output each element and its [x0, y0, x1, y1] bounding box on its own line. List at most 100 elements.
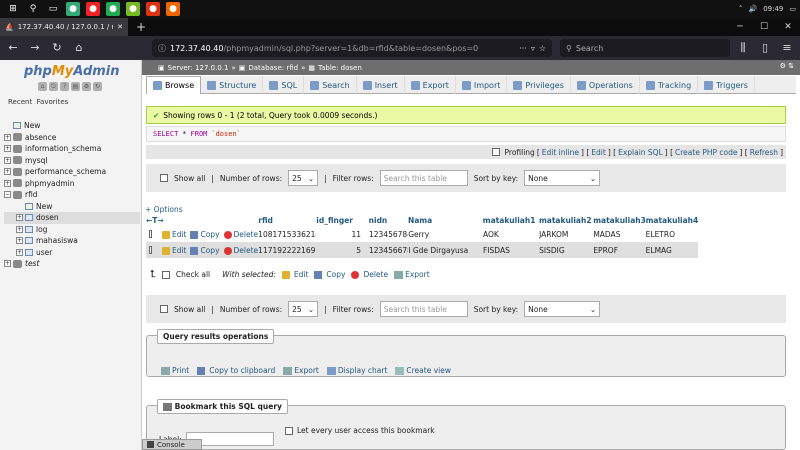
tree-item[interactable]: + phpmyadmin — [4, 178, 140, 190]
library-icon[interactable]: ⫼ — [734, 39, 752, 57]
table-cell[interactable]: Gerry — [408, 230, 483, 239]
task-view-icon[interactable]: ▭ — [46, 2, 60, 16]
filter-rows-input-bottom[interactable]: Search this table — [379, 301, 468, 317]
volume-icon[interactable]: 🔊 — [748, 5, 757, 13]
app-icon-1[interactable]: ● — [66, 2, 80, 16]
tab-insert[interactable]: Insert — [357, 76, 405, 94]
table-cell[interactable]: 123456678 — [369, 246, 408, 255]
profiling-checkbox[interactable] — [491, 148, 500, 156]
table-cell[interactable]: JARKOM — [539, 230, 593, 239]
browser-tab[interactable]: ⛵ 172.37.40.40 / 127.0.0.1 / rfid / d ✕ — [0, 18, 128, 36]
forward-icon[interactable]: → — [26, 39, 44, 57]
tree-item[interactable]: New — [4, 201, 140, 213]
tree-item[interactable]: + performance_schema — [4, 166, 140, 178]
bookmark-star-icon[interactable]: ☆ — [539, 44, 546, 53]
breadcrumb-table[interactable]: Table: dosen — [318, 64, 362, 72]
help-icon[interactable]: ? — [60, 82, 69, 91]
tree-item[interactable]: + log — [4, 224, 140, 236]
favorites-tab[interactable]: Favorites — [37, 98, 69, 106]
minimize-icon[interactable]: ─ — [728, 18, 752, 36]
tray-chevron-icon[interactable]: ˄ — [739, 5, 743, 13]
explain-sql-link[interactable]: Explain SQL — [618, 148, 663, 157]
browser-search-input[interactable]: ⚲ Search — [560, 39, 730, 57]
column-header[interactable]: matakuliah1 — [483, 216, 539, 225]
home-icon[interactable]: ⌂ — [38, 82, 47, 91]
maximize-icon[interactable]: ☐ — [752, 18, 776, 36]
tree-item[interactable]: + information_schema — [4, 143, 140, 155]
expand-icon[interactable]: − — [4, 191, 11, 199]
breadcrumb-database[interactable]: Database: rfid — [248, 64, 298, 72]
bulk-edit-button[interactable]: Edit — [281, 270, 308, 279]
start-icon[interactable]: ⊞ — [6, 2, 20, 16]
copy-clipboard-link[interactable]: Copy to clipboard — [197, 366, 275, 375]
logout-icon[interactable]: ⎋ — [49, 82, 58, 91]
tab-browse[interactable]: Browse — [146, 76, 202, 94]
tab-import[interactable]: Import — [456, 76, 508, 94]
app-icon-3[interactable]: ● — [106, 2, 120, 16]
clock[interactable]: 09:49 — [763, 5, 783, 13]
show-all-checkbox[interactable] — [160, 174, 168, 182]
options-link[interactable]: + Options — [145, 205, 183, 214]
close-tab-icon[interactable]: ✕ — [117, 23, 123, 31]
address-bar[interactable]: ⓘ 172.37.40.40/phpmyadmin/sql.php?server… — [152, 39, 552, 57]
tab-export[interactable]: Export — [405, 76, 456, 94]
home-icon[interactable]: ⌂ — [70, 39, 88, 57]
column-sort-arrows[interactable]: ←T→ — [146, 216, 258, 225]
table-cell[interactable]: I Gde Dirgayusa — [408, 246, 483, 255]
expand-icon[interactable]: + — [16, 237, 23, 245]
check-all-checkbox[interactable] — [161, 270, 170, 279]
edit-inline-link[interactable]: Edit inline — [542, 148, 579, 157]
tree-item[interactable]: + mahasiswa — [4, 235, 140, 247]
show-all-checkbox-bottom[interactable] — [160, 305, 168, 313]
tree-item[interactable]: + absence — [4, 132, 140, 144]
table-cell[interactable]: EPROF — [593, 246, 645, 255]
column-header[interactable]: Nama — [408, 216, 483, 225]
console-toggle[interactable]: Console — [142, 439, 202, 450]
every-user-checkbox[interactable] — [285, 426, 293, 435]
column-header[interactable]: matakuliah3 — [593, 216, 645, 225]
expand-icon[interactable]: + — [4, 145, 11, 153]
expand-icon[interactable]: + — [4, 133, 11, 141]
tree-item[interactable]: + user — [4, 247, 140, 259]
row-checkbox[interactable] — [149, 230, 152, 238]
sort-by-key-select[interactable]: None ⌄ — [524, 170, 601, 186]
tab-sql[interactable]: SQL — [263, 76, 305, 94]
breadcrumb-server[interactable]: Server: 127.0.0.1 — [168, 64, 229, 72]
table-cell[interactable]: 1081715336214 — [258, 230, 316, 239]
tree-item[interactable]: − rfid — [4, 189, 140, 201]
reload-icon[interactable]: ↻ — [93, 82, 102, 91]
app-icon-2[interactable]: ● — [86, 2, 100, 16]
sql-query-display[interactable]: SELECT * FROM `dosen` — [146, 126, 786, 142]
row-edit-button[interactable]: Edit — [161, 230, 186, 239]
sidebar-toggle-icon[interactable]: ▯ — [756, 39, 774, 57]
table-cell[interactable]: SISDIG — [539, 246, 593, 255]
settings-gear-icon[interactable]: ⚙ — [82, 82, 91, 91]
column-header[interactable]: matakuliah4 — [646, 216, 698, 225]
bulk-copy-button[interactable]: Copy — [314, 270, 345, 279]
app-icon-5[interactable]: ● — [146, 2, 160, 16]
pma-logo[interactable]: phpMyAdmin — [24, 64, 120, 79]
filter-rows-input[interactable]: Search this table — [379, 170, 468, 186]
table-cell[interactable]: 117192222169194 — [258, 246, 316, 255]
table-cell[interactable]: FISDAS — [483, 246, 539, 255]
column-header[interactable]: matakuliah2 — [539, 216, 593, 225]
new-tab-icon[interactable]: + — [136, 20, 146, 34]
row-delete-button[interactable]: Delete — [223, 246, 258, 255]
row-delete-button[interactable]: Delete — [223, 230, 258, 239]
table-cell[interactable]: 5 — [316, 246, 369, 255]
column-header[interactable]: id_finger — [316, 216, 368, 225]
expand-icon[interactable]: + — [4, 260, 11, 268]
display-chart-link[interactable]: Display chart — [326, 366, 387, 375]
expand-icon[interactable]: + — [16, 214, 23, 222]
rows-select-bottom[interactable]: 25 ⌄ — [288, 301, 319, 317]
reload-icon[interactable]: ↻ — [48, 39, 66, 57]
rows-select[interactable]: 25 ⌄ — [288, 170, 319, 186]
firefox-icon[interactable]: ● — [166, 2, 180, 16]
menu-icon[interactable]: ≡ — [778, 39, 796, 57]
expand-icon[interactable]: + — [4, 156, 11, 164]
tree-item[interactable]: New — [4, 120, 140, 132]
sort-by-key-select-bottom[interactable]: None ⌄ — [524, 301, 601, 317]
bulk-delete-button[interactable]: Delete — [351, 270, 388, 279]
expand-icon[interactable]: + — [16, 248, 23, 256]
row-copy-button[interactable]: Copy — [190, 246, 220, 255]
